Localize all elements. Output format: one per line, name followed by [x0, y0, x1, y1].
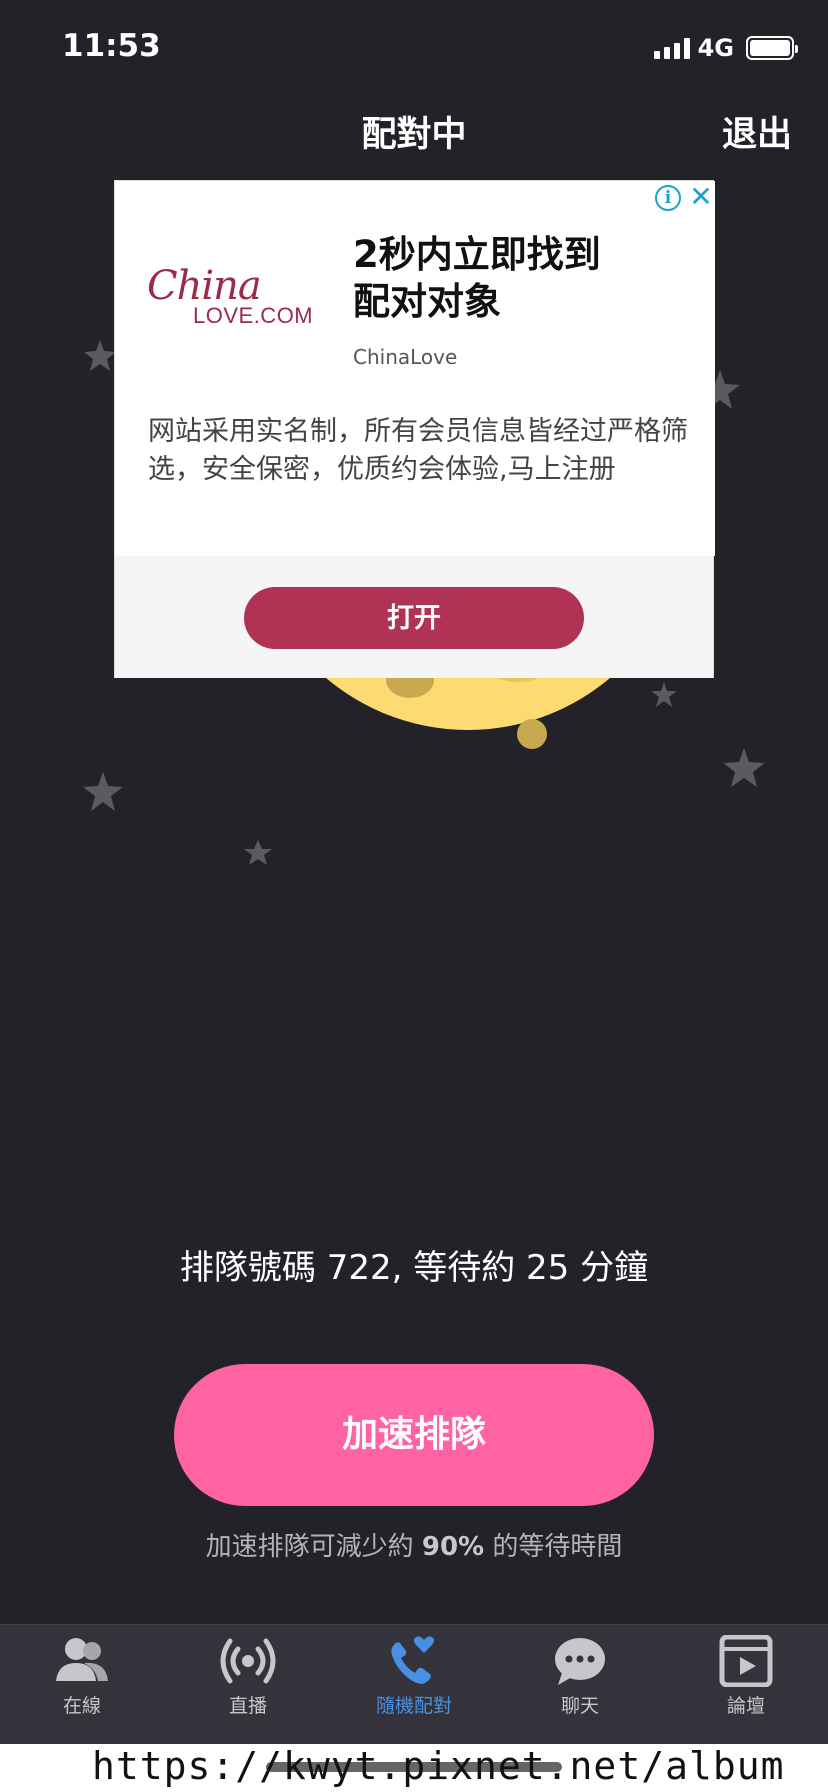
ad-open-button[interactable]: 打开	[244, 587, 584, 649]
ad-banner[interactable]: i ✕ China LOVE.COM 2秒内立即找到 配对对象 ChinaLov…	[114, 180, 715, 678]
tab-chat[interactable]: 聊天	[520, 1635, 640, 1718]
ad-info-icon[interactable]: i	[655, 185, 681, 211]
queue-status: 排隊號碼 722, 等待約 25 分鐘	[179, 1248, 649, 1288]
tab-live[interactable]: 直播	[188, 1635, 308, 1718]
star-icon	[244, 840, 272, 865]
status-time: 11:53	[62, 28, 161, 64]
ad-logo: China LOVE.COM	[147, 263, 314, 333]
speed-hint-percent: 90%	[421, 1532, 485, 1562]
tab-bar: 在線 直播 隨機配對 聊天 論壇	[0, 1624, 828, 1744]
status-bar: 11:53 4G	[0, 0, 828, 100]
users-icon	[56, 1638, 108, 1681]
ad-headline[interactable]: 2秒内立即找到 配对对象	[353, 231, 673, 325]
star-icon	[651, 682, 677, 707]
ad-body-text: 网站采用实名制，所有会员信息皆经过严格筛选，安全保密，优质约会体验,马上注册	[148, 416, 688, 485]
tab-online[interactable]: 在線	[22, 1635, 142, 1718]
watermark-url: https://kwyt.pixnet.net/album	[92, 1744, 785, 1788]
phone-heart-icon	[391, 1636, 434, 1684]
speed-up-queue-button[interactable]: 加速排隊	[174, 1364, 654, 1506]
tab-label: 聊天	[560, 1695, 599, 1717]
tab-label: 直播	[228, 1695, 267, 1717]
tab-random-match[interactable]: 隨機配對	[354, 1635, 474, 1718]
tab-label: 隨機配對	[375, 1695, 452, 1717]
ad-headline-line1: 2秒内立即找到	[353, 233, 601, 276]
battery-icon	[746, 36, 798, 60]
tab-forum[interactable]: 論壇	[686, 1635, 806, 1718]
speed-hint: 加速排隊可減少約 90% 的等待時間	[0, 1526, 828, 1563]
ad-close-icon[interactable]: ✕	[687, 183, 715, 211]
tab-label: 在線	[62, 1695, 101, 1717]
ad-brand: ChinaLove	[353, 345, 458, 369]
exit-button[interactable]: 退出	[722, 106, 792, 157]
ad-headline-line2: 配对对象	[353, 280, 501, 323]
star-icon	[83, 772, 123, 811]
network-type: 4G	[697, 34, 734, 62]
tab-label: 論壇	[726, 1695, 765, 1717]
broadcast-icon	[220, 1638, 276, 1684]
forum-icon	[719, 1635, 773, 1687]
chat-bubble-icon	[555, 1638, 605, 1685]
speed-hint-after: 的等待時間	[492, 1532, 623, 1562]
status-indicators: 4G	[653, 34, 798, 62]
signal-icon	[653, 37, 690, 59]
speed-hint-before: 加速排隊可減少約	[205, 1532, 414, 1562]
star-icon	[723, 748, 765, 787]
star-icon	[84, 340, 116, 371]
ad-logo-sub: LOVE.COM	[193, 303, 314, 328]
page-title: 配對中	[361, 115, 467, 155]
